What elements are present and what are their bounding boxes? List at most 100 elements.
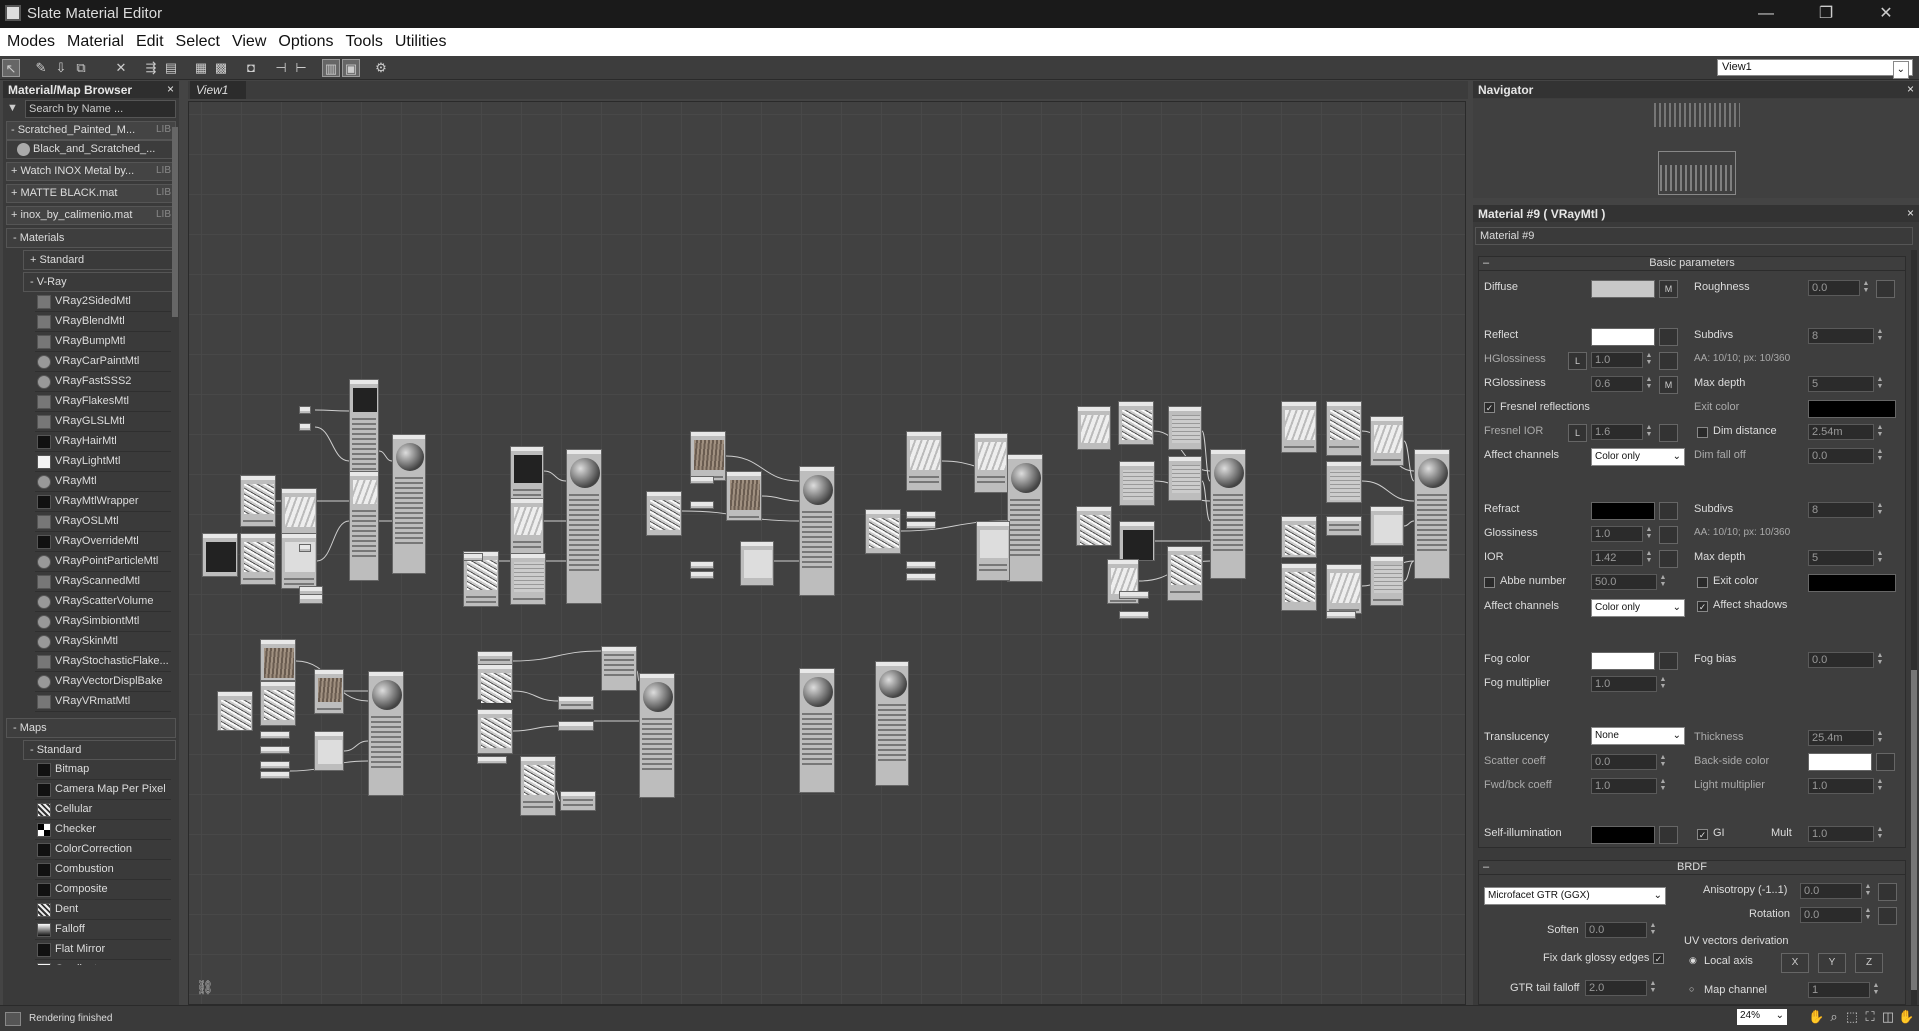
layout-all-icon[interactable]: ⊣ xyxy=(272,59,290,77)
refract-color-swatch[interactable] xyxy=(1591,502,1655,520)
material-node[interactable] xyxy=(510,553,546,605)
fog-bias-field[interactable]: 0.0 xyxy=(1808,652,1874,668)
material-node[interactable] xyxy=(1326,564,1362,614)
self-illum-map-button[interactable] xyxy=(1659,826,1678,844)
vraymtl-node[interactable] xyxy=(392,434,426,574)
roughness-field[interactable]: 0.0 xyxy=(1808,280,1860,296)
material-node[interactable] xyxy=(1281,516,1317,558)
dim-falloff-field[interactable]: 0.0 xyxy=(1808,448,1874,464)
zoom-dropdown[interactable]: 24% ⌄ xyxy=(1737,1009,1787,1025)
refract-maxdepth-field[interactable]: 5 xyxy=(1808,550,1874,566)
spinner-icon[interactable]: ▲ ▼ xyxy=(1876,448,1884,464)
menu-tools[interactable]: Tools xyxy=(339,28,388,51)
map-item[interactable]: Combustion xyxy=(35,860,171,880)
gtr-falloff-field[interactable]: 2.0 xyxy=(1585,980,1647,996)
close-button[interactable]: ✕ xyxy=(1858,0,1914,28)
material-node[interactable] xyxy=(1119,591,1149,599)
spinner-icon[interactable]: ▲ ▼ xyxy=(1645,352,1653,368)
refract-map-button[interactable] xyxy=(1659,502,1678,520)
material-node[interactable] xyxy=(906,561,936,569)
axis-y-button[interactable]: Y xyxy=(1818,953,1846,973)
vray-material-item[interactable]: VRayHairMtl xyxy=(35,432,171,452)
menu-edit[interactable]: Edit xyxy=(129,28,169,51)
abbe-field[interactable]: 50.0 xyxy=(1591,574,1657,590)
material-node[interactable] xyxy=(349,471,379,581)
material-node[interactable] xyxy=(1168,456,1202,501)
material-node[interactable] xyxy=(299,406,311,414)
vray-material-item[interactable]: VRayFastSSS2 xyxy=(35,372,171,392)
soften-field[interactable]: 0.0 xyxy=(1585,922,1647,938)
pan-hand-icon[interactable]: ✋ xyxy=(1808,1009,1824,1025)
material-node[interactable] xyxy=(646,491,682,536)
material-node[interactable] xyxy=(1326,516,1362,536)
spinner-icon[interactable]: ▲ ▼ xyxy=(1876,652,1884,668)
vray-material-item[interactable]: VRayPointParticleMtl xyxy=(35,552,171,572)
maps-standard-group[interactable]: - Standard xyxy=(23,740,176,760)
refract-exit-color-swatch[interactable] xyxy=(1808,574,1896,592)
material-node[interactable] xyxy=(690,501,714,509)
fix-dark-checkbox[interactable]: ✓ xyxy=(1653,953,1664,964)
material-node[interactable] xyxy=(976,521,1010,581)
scroll-thumb[interactable] xyxy=(1911,670,1917,990)
vraymtl-node[interactable] xyxy=(799,668,835,793)
material-browser-toggle-icon[interactable]: ▥ xyxy=(322,59,340,77)
vraymtl-node[interactable] xyxy=(1414,449,1450,579)
vray-material-item[interactable]: VRayLightMtl xyxy=(35,452,171,472)
material-node[interactable] xyxy=(690,561,714,569)
dim-distance-field[interactable]: 2.54m xyxy=(1808,424,1874,440)
material-node[interactable] xyxy=(520,756,556,816)
material-node[interactable] xyxy=(560,791,596,811)
minimize-button[interactable]: — xyxy=(1738,0,1794,28)
material-node[interactable] xyxy=(1119,611,1149,619)
roughness-map-button[interactable] xyxy=(1876,280,1895,298)
vray-material-item[interactable]: VRayCarPaintMtl xyxy=(35,352,171,372)
material-node[interactable] xyxy=(1370,416,1404,466)
map-item[interactable]: Falloff xyxy=(35,920,171,940)
library-matte-black[interactable]: + MATTE BLACK.mat LIB xyxy=(6,184,176,203)
scatter-field[interactable]: 0.0 xyxy=(1591,754,1657,770)
fresnel-ior-lock-button[interactable]: L xyxy=(1568,424,1587,442)
vray-material-item[interactable]: VRayGLSLMtl xyxy=(35,412,171,432)
affect-shadows-checkbox[interactable]: ✓ xyxy=(1697,601,1708,612)
abbe-checkbox[interactable] xyxy=(1484,577,1495,588)
zoom-icon[interactable]: ⌕ xyxy=(1826,1009,1842,1025)
spinner-icon[interactable]: ▲ ▼ xyxy=(1876,550,1884,566)
spinner-icon[interactable]: ▲ ▼ xyxy=(1876,826,1884,842)
material-node[interactable] xyxy=(217,691,253,731)
material-node[interactable] xyxy=(1168,406,1202,450)
show-map-icon[interactable]: ◘ xyxy=(242,59,260,77)
tab-view1[interactable]: View1 xyxy=(190,81,246,99)
spinner-icon[interactable]: ▲ ▼ xyxy=(1876,502,1884,518)
material-node[interactable] xyxy=(260,771,290,779)
map-item[interactable]: Camera Map Per Pixel xyxy=(35,780,171,800)
diffuse-map-button[interactable]: M xyxy=(1659,280,1678,298)
spinner-icon[interactable]: ▲ ▼ xyxy=(1645,376,1653,392)
rotation-map-button[interactable] xyxy=(1878,907,1897,925)
vray-material-item[interactable]: VRayScannedMtl xyxy=(35,572,171,592)
pan-view-icon[interactable]: ✋ xyxy=(1898,1009,1914,1025)
anisotropy-field[interactable]: 0.0 xyxy=(1800,883,1862,899)
material-node[interactable] xyxy=(1167,546,1203,601)
checker-background-icon[interactable]: ▩ xyxy=(212,59,230,77)
material-node[interactable] xyxy=(260,761,290,769)
spinner-icon[interactable]: ▲ ▼ xyxy=(1645,550,1653,566)
map-item[interactable]: Checker xyxy=(35,820,171,840)
radio-selected-icon[interactable]: ◉ xyxy=(1689,955,1697,966)
material-node[interactable] xyxy=(477,664,513,703)
map-item[interactable]: Cellular xyxy=(35,800,171,820)
translucency-dropdown[interactable]: None ⌄ xyxy=(1591,727,1685,745)
refract-affect-dropdown[interactable]: Color only ⌄ xyxy=(1591,599,1685,617)
ior-map-button[interactable] xyxy=(1659,550,1678,568)
map-item[interactable]: Composite xyxy=(35,880,171,900)
material-node[interactable] xyxy=(1119,521,1155,561)
spinner-icon[interactable]: ▲ ▼ xyxy=(1876,328,1884,344)
spinner-icon[interactable]: ▲ ▼ xyxy=(1876,376,1884,392)
self-illum-color-swatch[interactable] xyxy=(1591,826,1655,844)
vray-material-item[interactable]: VRayStochasticFlake... xyxy=(35,652,171,672)
select-tool-icon[interactable]: ↖ xyxy=(2,59,20,77)
exit-color-swatch[interactable] xyxy=(1808,400,1896,418)
rollout-header[interactable]: – Basic parameters xyxy=(1479,257,1905,271)
dim-distance-checkbox[interactable] xyxy=(1697,427,1708,438)
material-node[interactable] xyxy=(690,431,726,481)
menu-select[interactable]: Select xyxy=(169,28,225,51)
